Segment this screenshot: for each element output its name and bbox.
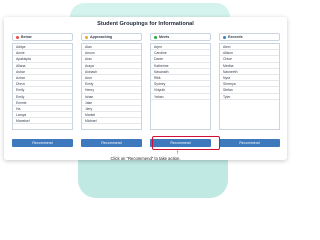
- status-dot-icon: [154, 35, 157, 39]
- column-exceeds: Exceeds Alexi Allison Chloe Medha Navneeth Ny…: [219, 33, 280, 130]
- student-list-item[interactable]: Tyler: [220, 94, 279, 100]
- column-approaching: Approaching Alan Anson Arav Araya Avinash Aru…: [81, 33, 142, 130]
- student-list-exceeds[interactable]: Alexi Allison Chloe Medha Navneeth Nyra Shreey…: [219, 43, 280, 130]
- student-list-meets[interactable]: Arjen Caroline Dante Katherine Navanath Ritik…: [150, 43, 211, 130]
- column-meets: Meets Arjen Caroline Dante Katherine Navanat…: [150, 33, 211, 130]
- student-list-item[interactable]: Yahan: [151, 94, 210, 100]
- column-header-meets: Meets: [150, 33, 211, 41]
- column-header-exceeds: Exceeds: [219, 33, 280, 41]
- column-below: Below Aditya Annie Apaksipta Allana Ashar Azh…: [12, 33, 73, 130]
- column-label: Meets: [159, 35, 170, 39]
- column-label: Below: [21, 35, 32, 39]
- student-list-approaching[interactable]: Alan Anson Arav Araya Avinash Arun Emily Henry I…: [81, 43, 142, 130]
- instruction-text: Click on "Recommend" to take action.: [110, 156, 181, 161]
- page-title: Student Groupings for Informational: [97, 21, 194, 27]
- student-list-item[interactable]: Michael: [82, 118, 141, 125]
- column-label: Exceeds: [228, 35, 243, 39]
- student-list-item[interactable]: Manelsel: [13, 118, 72, 125]
- recommend-button-below[interactable]: Recommend: [12, 139, 73, 147]
- column-header-approaching: Approaching: [81, 33, 142, 41]
- column-label: Approaching: [90, 35, 113, 39]
- highlight-box: [152, 136, 220, 150]
- recommend-button-approaching[interactable]: Recommend: [81, 139, 142, 147]
- status-dot-icon: [223, 35, 226, 39]
- grouping-panel: Student Groupings for Informational Belo…: [4, 17, 287, 161]
- column-header-below: Below: [12, 33, 73, 41]
- recommend-button-exceeds[interactable]: Recommend: [219, 139, 280, 147]
- student-list-below[interactable]: Aditya Annie Apaksipta Allana Ashar Azhar Dhru…: [12, 43, 73, 130]
- status-dot-icon: [16, 35, 19, 39]
- status-dot-icon: [85, 35, 88, 39]
